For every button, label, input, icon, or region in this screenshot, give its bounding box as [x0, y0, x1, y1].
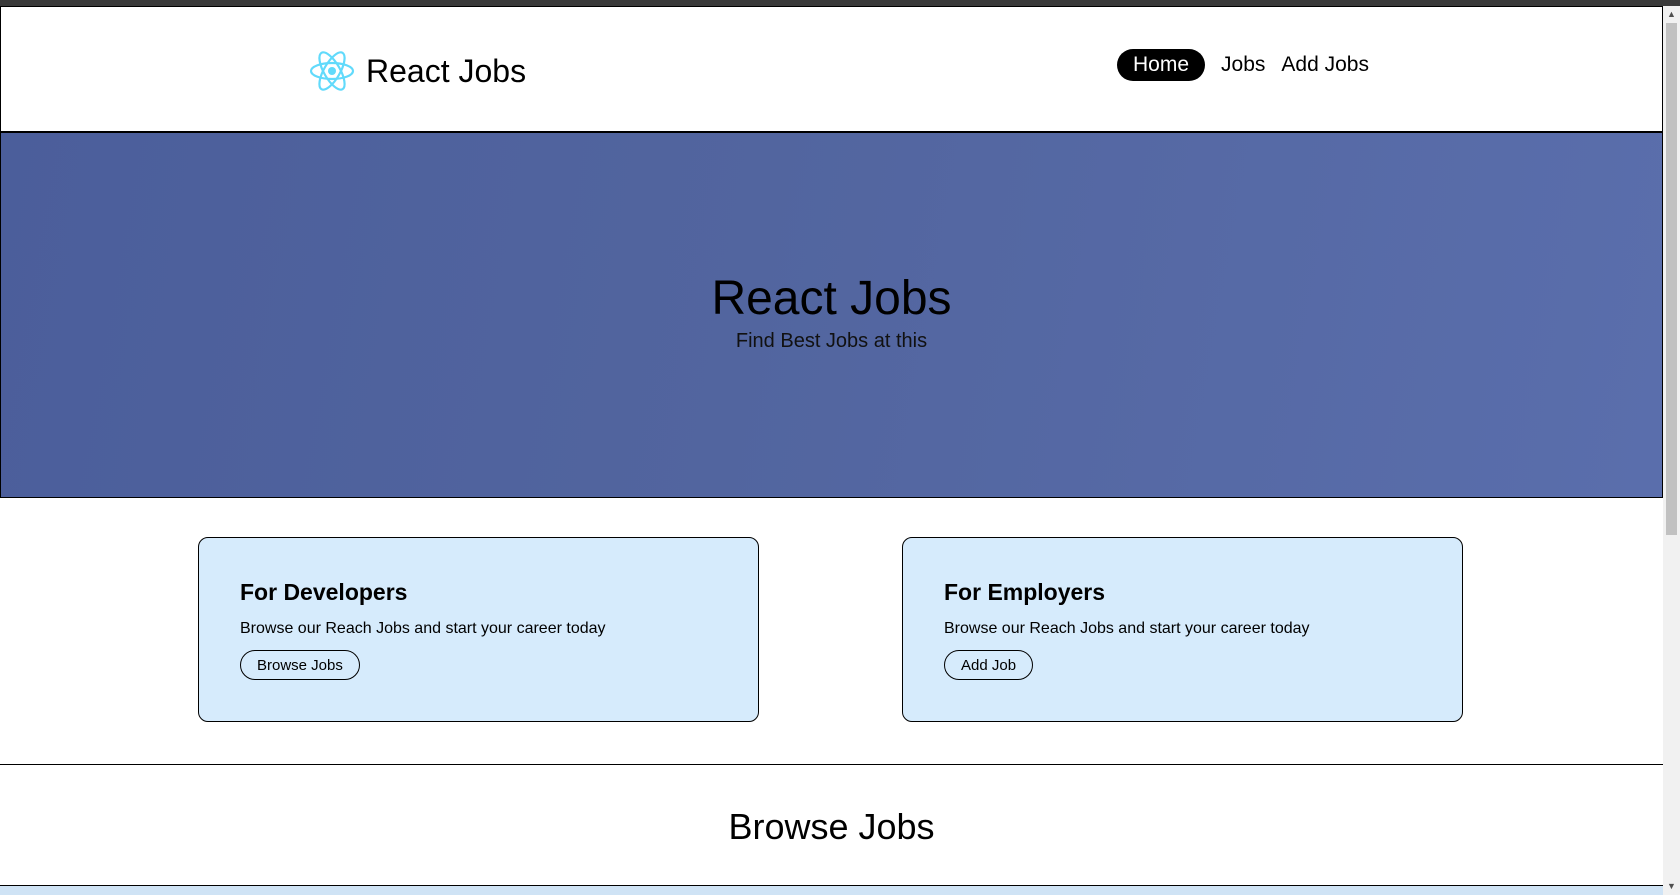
brand[interactable]: React Jobs	[308, 47, 526, 95]
developers-card: For Developers Browse our Reach Jobs and…	[198, 537, 759, 722]
employers-card: For Employers Browse our Reach Jobs and …	[902, 537, 1463, 722]
scrollbar-thumb[interactable]	[1666, 23, 1677, 535]
card-description: Browse our Reach Jobs and start your car…	[944, 620, 1310, 637]
hero-banner: React Jobs Find Best Jobs at this	[0, 132, 1663, 498]
scroll-down-icon[interactable]: ▼	[1663, 878, 1680, 895]
card-title: For Employers	[944, 579, 1106, 605]
hero-title: React Jobs	[711, 272, 952, 325]
site-header: React Jobs Home Jobs Add Jobs	[0, 6, 1663, 133]
main-nav: Home Jobs Add Jobs	[1117, 49, 1369, 81]
scroll-up-icon[interactable]: ▲	[1663, 6, 1680, 23]
nav-jobs[interactable]: Jobs	[1221, 49, 1265, 81]
card-description: Browse our Reach Jobs and start your car…	[240, 620, 606, 637]
react-atom-icon	[309, 51, 355, 91]
add-job-button[interactable]: Add Job	[944, 650, 1034, 680]
brand-name: React Jobs	[366, 52, 527, 89]
page-scrollbar[interactable]: ▲ ▼	[1663, 6, 1680, 895]
nav-home[interactable]: Home	[1117, 49, 1206, 81]
browse-jobs-heading: Browse Jobs	[728, 806, 935, 847]
nav-add-jobs[interactable]: Add Jobs	[1281, 49, 1369, 81]
hero-subtitle: Find Best Jobs at this	[735, 330, 928, 352]
job-listing-preview	[0, 885, 1663, 895]
browse-jobs-button[interactable]: Browse Jobs	[240, 650, 360, 680]
page: React Jobs Home Jobs Add Jobs React Jobs…	[0, 6, 1663, 895]
card-title: For Developers	[240, 579, 408, 605]
section-divider	[0, 764, 1663, 765]
